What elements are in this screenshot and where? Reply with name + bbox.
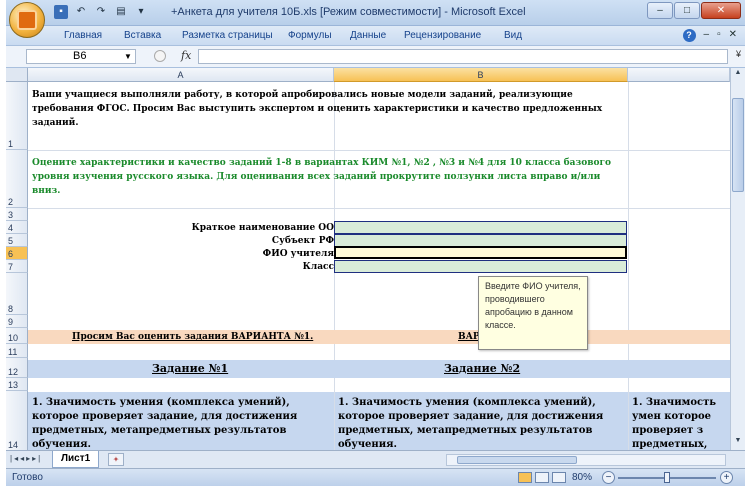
normal-view-icon[interactable]: [518, 472, 532, 483]
maximize-icon[interactable]: □: [674, 2, 700, 19]
name-box-dropdown-icon[interactable]: ▼: [124, 49, 132, 64]
row-header-2[interactable]: 2: [6, 150, 28, 208]
undo-icon[interactable]: ↶: [74, 5, 88, 19]
row-header-9[interactable]: 9: [6, 315, 28, 328]
sheet-nav-icons[interactable]: |◂◂▸▸|: [10, 454, 42, 463]
row-header-13[interactable]: 13: [6, 378, 28, 391]
row-header-14[interactable]: 14: [6, 391, 28, 450]
variant1-label: Просим Вас оценить задания ВАРИАНТА №1.: [72, 332, 314, 342]
tab-formulas[interactable]: Формулы: [288, 30, 332, 41]
quick-access-toolbar: ▪ ↶ ↷ ▤ ▾: [54, 5, 148, 19]
row-header-6[interactable]: 6: [6, 247, 28, 260]
close-icon[interactable]: ✕: [701, 2, 741, 19]
label-region: Субъект РФ: [271, 236, 334, 246]
ribbon-close-icon[interactable]: ✕: [729, 29, 737, 42]
office-logo-icon: [17, 10, 37, 30]
window-controls: – □ ✕: [647, 2, 741, 19]
instruction-text: Оцените характеристики и качество задани…: [32, 158, 612, 196]
vertical-scroll-thumb[interactable]: [732, 98, 744, 192]
zoom-out-icon[interactable]: −: [602, 471, 615, 484]
vertical-scrollbar[interactable]: ▲ ▼: [730, 68, 745, 450]
zoom-in-icon[interactable]: +: [720, 471, 733, 484]
input-tooltip: Введите ФИО учителя, проводившего апроба…: [478, 276, 588, 350]
insert-function-icon[interactable]: fx: [181, 49, 191, 62]
page-layout-view-icon[interactable]: [535, 472, 549, 483]
ribbon-tabs: Главная Вставка Разметка страницы Формул…: [6, 26, 745, 46]
scroll-down-icon[interactable]: ▼: [732, 437, 744, 449]
minimize-icon[interactable]: –: [647, 2, 673, 19]
horizontal-scroll-thumb[interactable]: [457, 456, 577, 464]
zoom-level[interactable]: 80%: [572, 472, 592, 483]
cancel-entry-icon[interactable]: [154, 50, 166, 62]
save-icon[interactable]: ▪: [54, 5, 68, 19]
row-header-12[interactable]: 12: [6, 358, 28, 378]
customize-qat-icon[interactable]: ▾: [134, 5, 148, 19]
sheet-tab-list1[interactable]: Лист1: [52, 451, 100, 468]
row-header-11[interactable]: 11: [6, 344, 28, 358]
status-bar: Готово 80% − +: [6, 468, 745, 486]
row-header-5[interactable]: 5: [6, 234, 28, 247]
question3-text: 1. Значимость умен которое проверяет з п…: [632, 397, 717, 450]
ribbon-restore-icon[interactable]: ▫: [717, 29, 721, 42]
task2-title: Задание №2: [444, 362, 521, 375]
sheet-tabs-bar: |◂◂▸▸| Лист1 ✦: [6, 450, 745, 468]
horizontal-scrollbar[interactable]: [446, 454, 726, 466]
row-header-1[interactable]: 1: [6, 82, 28, 150]
tab-page-layout[interactable]: Разметка страницы: [182, 30, 273, 41]
zoom-slider-thumb[interactable]: [664, 472, 670, 483]
ribbon-right-controls: ? – ▫ ✕: [682, 29, 737, 42]
ribbon-minimize-icon[interactable]: –: [704, 29, 710, 42]
insert-sheet-icon[interactable]: ✦: [108, 453, 124, 466]
tab-data[interactable]: Данные: [350, 30, 386, 41]
row-header-3[interactable]: 3: [6, 208, 28, 221]
label-class: Класс: [302, 262, 334, 272]
scroll-up-icon[interactable]: ▲: [732, 69, 744, 81]
task1-title: Задание №1: [152, 362, 229, 375]
teacher-name-input[interactable]: [334, 246, 627, 259]
row-header-8[interactable]: 8: [6, 273, 28, 315]
label-school-name: Краткое наименование ОО: [191, 223, 334, 233]
office-button[interactable]: [9, 2, 45, 38]
excel-window: ▪ ↶ ↷ ▤ ▾ +Анкета для учителя 10Б.xls [Р…: [6, 0, 745, 486]
row-header-7[interactable]: 7: [6, 260, 28, 273]
class-input[interactable]: [334, 260, 627, 273]
tab-review[interactable]: Рецензирование: [404, 30, 481, 41]
expand-formula-bar-icon[interactable]: ¥: [736, 49, 741, 59]
column-header-c[interactable]: [628, 68, 730, 82]
worksheet-grid[interactable]: A B 1 2 3 4 5 6 7 8 9 10 11 12 13 14 Ваш…: [6, 68, 745, 450]
question1-text: 1. Значимость умения (комплекса умений),…: [32, 397, 298, 450]
view-buttons: [518, 472, 566, 483]
window-title: +Анкета для учителя 10Б.xls [Режим совме…: [171, 6, 526, 18]
school-name-input[interactable]: [334, 221, 627, 234]
tab-insert[interactable]: Вставка: [124, 30, 161, 41]
column-header-a[interactable]: A: [28, 68, 334, 82]
redo-icon[interactable]: ↷: [94, 5, 108, 19]
help-icon[interactable]: ?: [682, 29, 696, 42]
page-break-view-icon[interactable]: [552, 472, 566, 483]
title-bar: ▪ ↶ ↷ ▤ ▾ +Анкета для учителя 10Б.xls [Р…: [6, 0, 745, 26]
column-header-b[interactable]: B: [334, 68, 628, 82]
status-text: Готово: [12, 472, 43, 483]
task-title-row: [28, 360, 745, 378]
name-box[interactable]: B6: [26, 49, 136, 64]
formula-input[interactable]: [198, 49, 728, 64]
intro-text: Ваши учащиеся выполняли работу, в которо…: [32, 90, 603, 128]
tab-view[interactable]: Вид: [504, 30, 522, 41]
print-preview-icon[interactable]: ▤: [114, 5, 128, 19]
row-header-4[interactable]: 4: [6, 221, 28, 234]
row-header-10[interactable]: 10: [6, 328, 28, 344]
select-all-corner[interactable]: [6, 68, 28, 82]
formula-bar: B6 ▼ fx ¥: [6, 46, 745, 68]
tab-home[interactable]: Главная: [64, 30, 102, 41]
label-teacher-name: ФИО учителя: [262, 249, 334, 259]
question2-text: 1. Значимость умения (комплекса умений),…: [338, 397, 604, 450]
